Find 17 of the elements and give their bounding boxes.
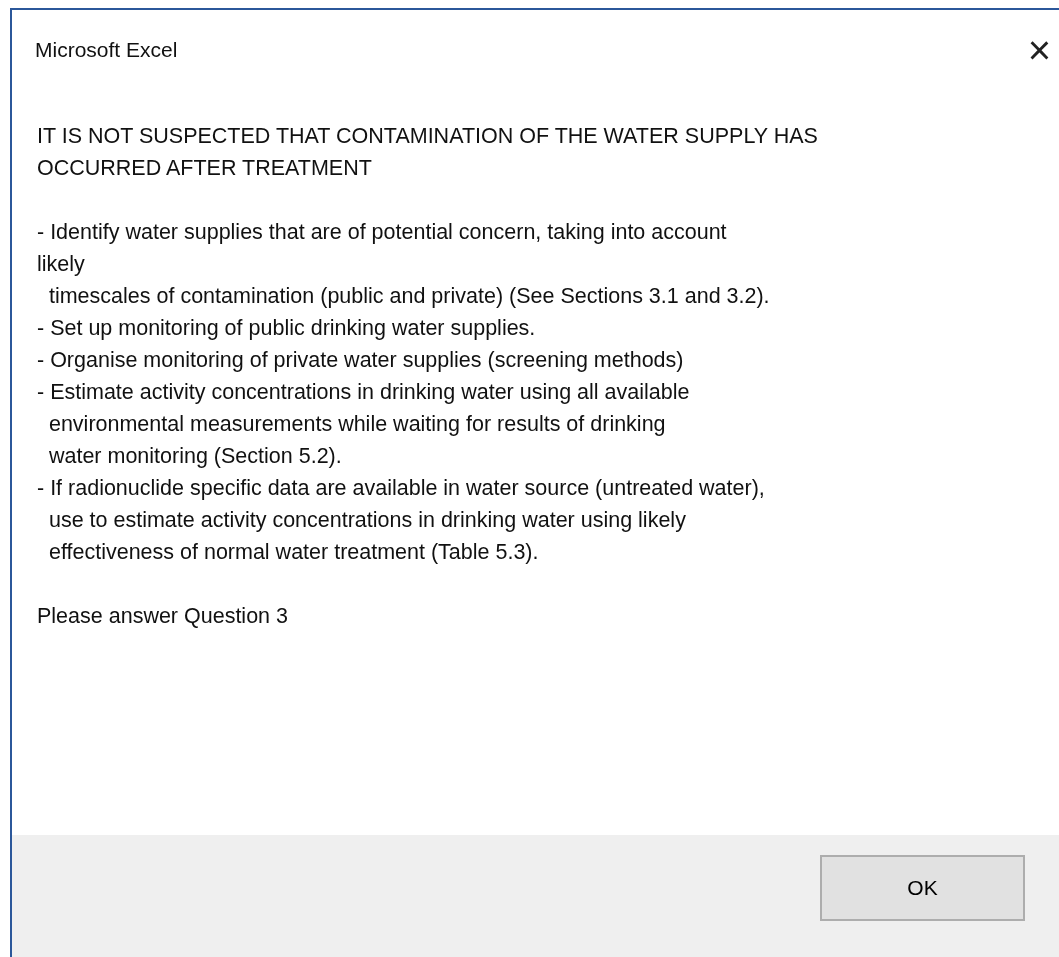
message-line: - Set up monitoring of public drinking water supplies. (37, 315, 536, 342)
message-line: - Estimate activity concentrations in drinking water using all available (37, 379, 690, 406)
message-line: IT IS NOT SUSPECTED THAT CONTAMINATION OF THE WATER SUPPLY HAS (37, 123, 818, 150)
message-line: - Organise monitoring of private water supplies (screening methods) (37, 347, 684, 374)
close-button[interactable]: × (1017, 30, 1059, 70)
message-line: environmental measurements while waiting for results of drinking (47, 411, 666, 438)
ok-button[interactable]: OK (820, 855, 1025, 921)
message-line: timescales of contamination (public and private) (See Sections 3.1 and 3.2). (47, 283, 770, 310)
message-line: Please answer Question 3 (37, 603, 288, 630)
message-line: likely (37, 251, 85, 278)
message-line: effectiveness of normal water treatment (Table 5.3). (47, 539, 539, 566)
message-line: - Identify water supplies that are of potential concern, taking into account (37, 219, 727, 246)
message-line: - If radionuclide specific data are available in water source (untreated water), (37, 475, 765, 502)
message-line: water monitoring (Section 5.2). (47, 443, 342, 470)
window-title: Microsoft Excel (35, 37, 178, 64)
message-line: use to estimate activity concentrations in drinking water using likely (47, 507, 686, 534)
message-line: OCCURRED AFTER TREATMENT (37, 155, 372, 182)
